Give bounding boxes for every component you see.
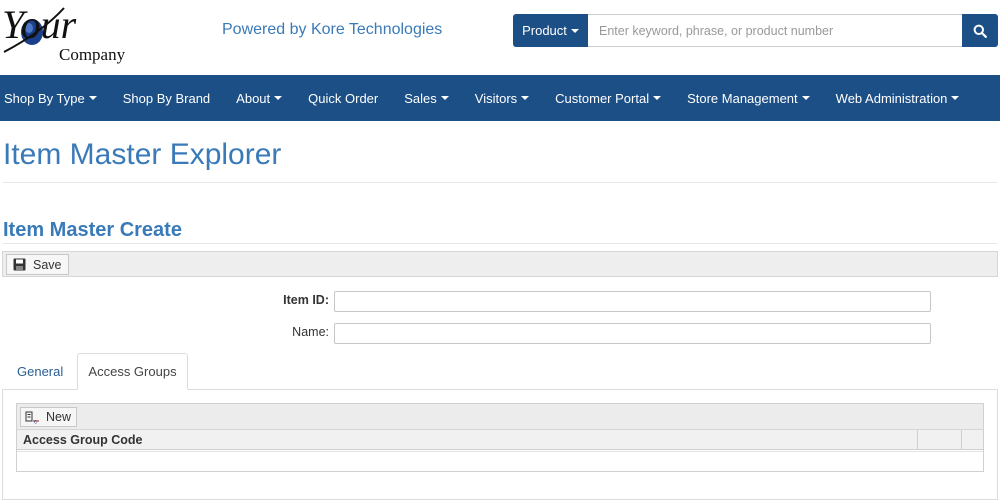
main-nav: Shop By Type Shop By Brand About Quick O… (0, 75, 1000, 121)
grid-body (17, 451, 983, 471)
nav-label: Store Management (687, 90, 798, 106)
column-separator (961, 430, 962, 450)
form-toolbar: Save (2, 251, 998, 277)
nav-web-administration[interactable]: Web Administration (836, 91, 960, 106)
section-title: Item Master Create (3, 219, 182, 241)
divider (3, 182, 997, 183)
nav-shop-by-brand[interactable]: Shop By Brand (123, 91, 210, 106)
column-separator (917, 430, 918, 450)
search-input[interactable] (588, 14, 962, 47)
chevron-down-icon (274, 96, 283, 100)
nav-visitors[interactable]: Visitors (474, 90, 530, 106)
svg-text:c: c (34, 419, 37, 424)
nav-customer-portal[interactable]: Customer Portal (555, 90, 662, 106)
column-header-access-group-code[interactable]: Access Group Code (23, 433, 142, 447)
item-id-field[interactable] (334, 291, 931, 312)
search-bar: Product (513, 14, 998, 47)
search-icon (973, 24, 987, 38)
search-scope-label: Product (522, 23, 567, 38)
chevron-down-icon (440, 96, 449, 100)
grid-header: Access Group Code (17, 430, 983, 450)
tab-bar: General Access Groups (2, 353, 998, 390)
item-id-label: Item ID: (283, 293, 329, 307)
nav-shop-by-type[interactable]: Shop By Type (4, 91, 97, 106)
nav-about[interactable]: About (236, 90, 283, 106)
chevron-down-icon (521, 96, 530, 100)
nav-label: Shop By Type (4, 90, 85, 106)
chevron-down-icon (570, 28, 579, 33)
svg-text:Company: Company (59, 45, 126, 64)
nav-label: About (236, 90, 271, 106)
grid-row-divider (17, 451, 983, 452)
nav-label: Web Administration (835, 90, 948, 106)
search-scope-dropdown[interactable]: Product (513, 14, 588, 47)
divider (3, 243, 997, 244)
chevron-down-icon (88, 96, 97, 100)
chevron-down-icon (801, 96, 810, 100)
chevron-down-icon (951, 96, 960, 100)
tab-general[interactable]: General (17, 353, 63, 390)
new-access-group-button[interactable]: c New (20, 407, 78, 427)
company-logo[interactable]: Your Company (2, 2, 142, 66)
save-button[interactable]: Save (6, 254, 69, 275)
svg-text:Your: Your (2, 2, 77, 47)
new-label: New (46, 410, 72, 424)
floppy-disk-icon (13, 258, 26, 271)
nav-label: Sales (404, 90, 437, 106)
nav-quick-order[interactable]: Quick Order (308, 91, 378, 106)
access-groups-grid: c New Access Group Code (16, 403, 984, 472)
name-field[interactable] (334, 323, 931, 344)
logo-graphic: Your Company (2, 2, 126, 64)
new-record-icon: c (25, 411, 39, 424)
nav-label: Visitors (474, 90, 518, 106)
tab-access-groups[interactable]: Access Groups (77, 353, 188, 390)
nav-label: Shop By Brand (122, 90, 211, 106)
tagline: Powered by Kore Technologies (222, 21, 443, 38)
nav-label: Quick Order (308, 90, 379, 106)
save-label: Save (33, 257, 62, 272)
nav-sales[interactable]: Sales (404, 91, 449, 106)
search-button[interactable] (962, 14, 998, 47)
chevron-down-icon (653, 96, 662, 100)
nav-store-management[interactable]: Store Management (687, 91, 810, 106)
page-title: Item Master Explorer (3, 138, 282, 171)
name-label: Name: (292, 325, 329, 339)
grid-toolbar: c New (17, 404, 983, 430)
nav-label: Customer Portal (555, 90, 650, 106)
